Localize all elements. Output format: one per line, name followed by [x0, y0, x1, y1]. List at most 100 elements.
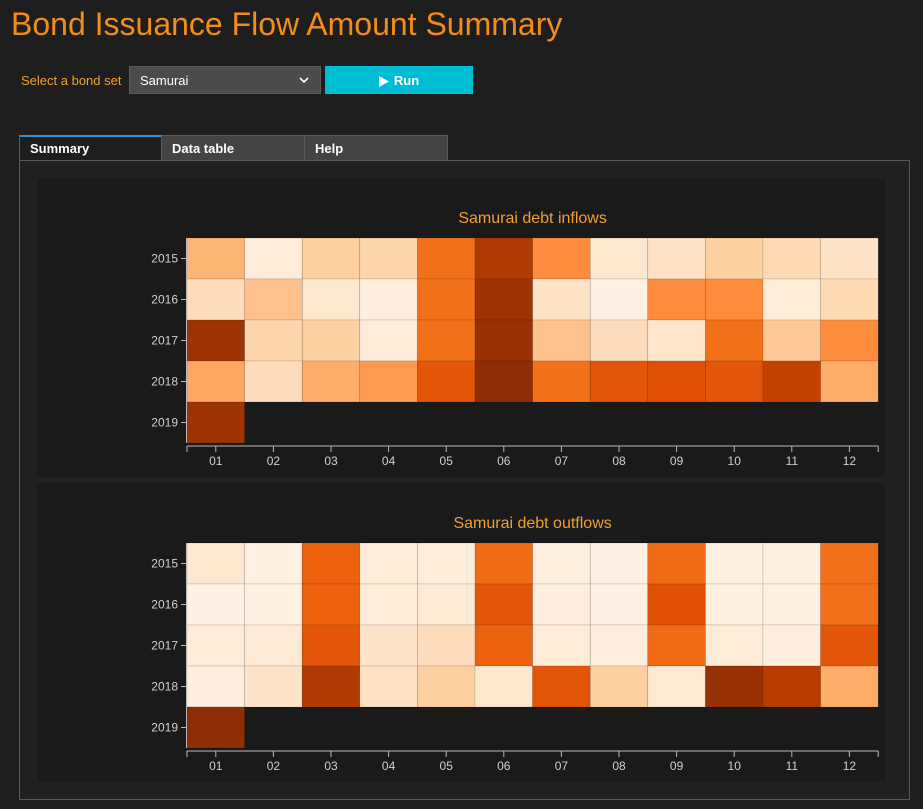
- heatmap-cell: [417, 665, 476, 708]
- heatmap-cell: [301, 624, 361, 667]
- tab-summary[interactable]: Summary: [19, 135, 162, 161]
- heatmap-cell: [532, 665, 591, 708]
- heatmap-cell: [705, 360, 764, 403]
- heatmap-cell: [244, 237, 303, 280]
- x-tick-label: 03: [324, 759, 338, 773]
- heatmap-cell: [532, 542, 591, 585]
- heatmap-cell: [186, 583, 245, 626]
- heatmap-cell: [186, 319, 245, 362]
- heatmap-cell: [820, 319, 879, 362]
- page-title: Bond Issuance Flow Amount Summary: [11, 6, 563, 42]
- heatmap-cell: [705, 237, 764, 280]
- inflows-heatmap: Samurai debt inflows 2015 2016 2017 2018 2019…: [151, 210, 879, 468]
- heatmap-cell: [186, 665, 245, 708]
- outflows-heatmap: Samurai debt outflows 2015 2016 2017 2018 201…: [151, 515, 879, 773]
- heatmap-cell: [820, 542, 879, 585]
- heatmap-cell: [417, 542, 476, 585]
- y-tick-label: 2017: [151, 334, 178, 348]
- chevron-down-icon: [298, 74, 310, 86]
- heatmap-cell: [359, 237, 418, 280]
- heatmap-cell: [244, 624, 303, 667]
- heatmap-cell: [301, 237, 361, 280]
- heatmap-cell: [647, 319, 706, 362]
- x-tick-label: 06: [497, 454, 511, 468]
- heatmap-cell: [647, 542, 706, 585]
- heatmap-cell: [647, 583, 706, 626]
- y-tick-label: 2018: [151, 375, 178, 389]
- x-tick-label: 07: [555, 759, 569, 773]
- heatmap-cell: [474, 319, 533, 362]
- y-tick-label: 2018: [151, 680, 178, 694]
- heatmap-cell: [589, 237, 649, 280]
- heatmap-cell: [244, 319, 303, 362]
- heatmap-cell: [647, 624, 706, 667]
- heatmap-cell: [417, 360, 476, 403]
- heatmap-cell: [244, 583, 303, 626]
- x-tick-label: 12: [843, 454, 857, 468]
- x-tick-label: 01: [209, 454, 223, 468]
- x-tick-label: 09: [670, 454, 684, 468]
- heatmap-cell: [705, 278, 764, 321]
- x-tick-label: 05: [440, 454, 454, 468]
- heatmap-cell: [762, 278, 821, 321]
- tab-help[interactable]: Help: [305, 135, 448, 161]
- heatmap-cell: [301, 278, 361, 321]
- x-tick-label: 10: [728, 759, 742, 773]
- heatmap-cell: [532, 360, 591, 403]
- tab-data-table[interactable]: Data table: [162, 135, 305, 161]
- heatmap-cell: [244, 278, 303, 321]
- heatmap-cell: [647, 360, 706, 403]
- play-icon: [378, 75, 389, 87]
- heatmap-cell: [762, 583, 821, 626]
- heatmap-cell: [417, 319, 476, 362]
- x-tick-label: 11: [786, 454, 799, 468]
- heatmap-cell: [417, 237, 476, 280]
- heatmap-cell: [301, 319, 361, 362]
- inflows-chart-panel: Samurai debt inflows 2015 2016 2017 2018 2019…: [37, 178, 885, 477]
- heatmap-cell: [301, 542, 361, 585]
- heatmap-cell: [762, 624, 821, 667]
- heatmap-cell: [589, 542, 649, 585]
- y-tick-label: 2019: [151, 416, 178, 430]
- heatmap-cell: [762, 360, 821, 403]
- heatmap-cell: [474, 278, 533, 321]
- heatmap-cell: [474, 237, 533, 280]
- y-tick-label: 2019: [151, 721, 178, 735]
- heatmap-cell: [301, 360, 361, 403]
- x-tick-label: 11: [786, 759, 799, 773]
- heatmap-cell: [301, 583, 361, 626]
- bond-set-select[interactable]: Samurai: [129, 66, 321, 94]
- heatmap-cell: [589, 360, 649, 403]
- heatmap-cell: [474, 624, 533, 667]
- heatmap-cell: [705, 542, 764, 585]
- chart-title: Samurai debt inflows: [458, 210, 607, 227]
- heatmap-cell: [359, 583, 418, 626]
- heatmap-cell: [762, 319, 821, 362]
- y-tick-label: 2015: [151, 252, 178, 266]
- heatmap-cell: [474, 360, 533, 403]
- heatmap-cell: [820, 278, 879, 321]
- heatmap-cell: [820, 360, 879, 403]
- run-button[interactable]: Run: [325, 66, 473, 94]
- heatmap-cell: [301, 665, 361, 708]
- y-tick-label: 2017: [151, 639, 178, 653]
- heatmap-cell: [244, 665, 303, 708]
- heatmap-cell: [532, 237, 591, 280]
- bond-set-selected-value: Samurai: [140, 72, 189, 88]
- heatmap-cell: [647, 278, 706, 321]
- heatmap-cell: [359, 319, 418, 362]
- x-tick-label: 04: [382, 759, 396, 773]
- heatmap-cell: [762, 237, 821, 280]
- heatmap-cell: [705, 624, 764, 667]
- heatmap-cell: [359, 542, 418, 585]
- heatmap-cell: [532, 278, 591, 321]
- x-tick-label: 10: [728, 454, 742, 468]
- heatmap-cell: [820, 237, 879, 280]
- heatmap-cell: [359, 624, 418, 667]
- heatmap-cell: [244, 360, 303, 403]
- heatmap-cell: [532, 583, 591, 626]
- x-tick-label: 08: [612, 759, 626, 773]
- y-tick-label: 2016: [151, 598, 178, 612]
- x-tick-label: 07: [555, 454, 569, 468]
- heatmap-cell: [186, 542, 245, 585]
